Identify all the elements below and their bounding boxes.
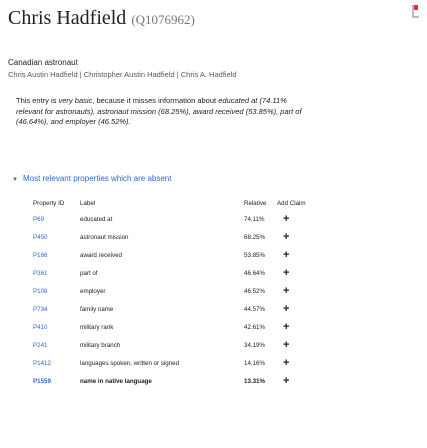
property-id-link[interactable]: P1412 xyxy=(33,360,51,367)
add-claim-button[interactable]: + xyxy=(277,354,323,372)
property-label: name in native language xyxy=(80,377,152,385)
add-claim-button[interactable]: + xyxy=(277,246,323,264)
relative-value: 13.31% xyxy=(244,377,265,385)
relative-value: 53.85% xyxy=(244,251,265,259)
property-label: employer xyxy=(80,287,106,295)
add-claim-button[interactable]: + xyxy=(277,228,323,246)
property-id-link[interactable]: P108 xyxy=(33,288,47,295)
relative-value: 34.19% xyxy=(244,341,265,349)
notice-middle: , because it misses information about xyxy=(92,96,219,105)
property-id-link[interactable]: P241 xyxy=(33,342,47,349)
absent-properties-toggle[interactable]: ▼ Most relevant properties which are abse… xyxy=(12,174,171,183)
add-claim-button[interactable]: + xyxy=(277,300,323,318)
property-label: military rank xyxy=(80,323,114,331)
property-label: part of xyxy=(80,269,98,277)
property-label: languages spoken, written or signed xyxy=(80,359,180,367)
page: Chris Hadfield (Q1076962) Canadian astro… xyxy=(0,0,427,448)
page-title: Chris Hadfield (Q1076962) xyxy=(8,7,195,30)
property-id-link[interactable]: P450 xyxy=(33,234,47,241)
col-header-property-id: Property ID xyxy=(33,199,65,207)
entity-qid: (Q1076962) xyxy=(131,12,195,27)
property-id-link[interactable]: P361 xyxy=(33,270,47,277)
add-claim-button[interactable]: + xyxy=(277,264,323,282)
relative-value: 74.11% xyxy=(244,215,265,223)
table-row: P1412 languages spoken, written or signe… xyxy=(28,354,323,372)
entity-aliases: Chris Austin Hadfield | Christopher Aust… xyxy=(8,70,237,79)
property-label: family name xyxy=(80,305,114,313)
recoin-notice: This entry is very basic, because it mis… xyxy=(16,96,306,128)
entity-description: Canadian astronaut xyxy=(8,58,78,67)
col-header-add-claim: Add Claim xyxy=(277,199,306,207)
table-row: P241 military branch 34.19% + xyxy=(28,336,323,354)
table-row: P69 educated at 74.11% + xyxy=(28,210,323,228)
table-row: P361 part of 46.64% + xyxy=(28,264,323,282)
table-row: P450 astronaut mission 68.25% + xyxy=(28,228,323,246)
table-row: P108 employer 46.52% + xyxy=(28,282,323,300)
notice-lead: This entry is xyxy=(16,96,59,105)
property-id-link[interactable]: P410 xyxy=(33,324,47,331)
property-id-link[interactable]: P69 xyxy=(33,216,44,223)
add-claim-button[interactable]: + xyxy=(277,318,323,336)
property-label: educated at xyxy=(80,215,113,223)
notice-emphasis-basic: very basic xyxy=(58,96,93,105)
add-claim-button[interactable]: + xyxy=(277,282,323,300)
property-id-link[interactable]: P166 xyxy=(33,252,47,259)
property-label: military branch xyxy=(80,341,121,349)
table-header-row: Property ID Label Relative Add Claim xyxy=(28,196,323,210)
table-row: P410 military rank 42.61% + xyxy=(28,318,323,336)
add-claim-button[interactable]: + xyxy=(277,372,323,390)
property-id-link[interactable]: P1559 xyxy=(33,378,51,385)
relative-value: 68.25% xyxy=(244,233,265,241)
property-label: award received xyxy=(80,251,122,259)
relative-value: 14.16% xyxy=(244,359,265,367)
absent-properties-table: Property ID Label Relative Add Claim P69… xyxy=(28,196,323,390)
toggle-label: Most relevant properties which are absen… xyxy=(22,174,172,183)
col-header-label: Label xyxy=(80,199,96,207)
notice-text: This entry is very basic, because it mis… xyxy=(16,96,306,128)
add-claim-button[interactable]: + xyxy=(277,210,323,228)
relative-value: 42.61% xyxy=(244,323,265,331)
relative-value: 46.52% xyxy=(244,287,265,295)
relative-value: 46.64% xyxy=(244,269,265,277)
entity-label: Chris Hadfield xyxy=(8,7,127,29)
relative-value: 44.57% xyxy=(244,305,265,313)
property-id-link[interactable]: P734 xyxy=(33,306,47,313)
table-row: P734 family name 44.57% + xyxy=(28,300,323,318)
table-row: P166 award received 53.85% + xyxy=(28,246,323,264)
property-label: astronaut mission xyxy=(80,233,129,241)
col-header-relative: Relative xyxy=(244,199,267,207)
table-row: P1559 name in native language 13.31% + xyxy=(28,372,323,390)
add-claim-button[interactable]: + xyxy=(277,336,323,354)
bookmark-icon[interactable] xyxy=(412,4,420,18)
triangle-down-icon: ▼ xyxy=(12,177,18,183)
